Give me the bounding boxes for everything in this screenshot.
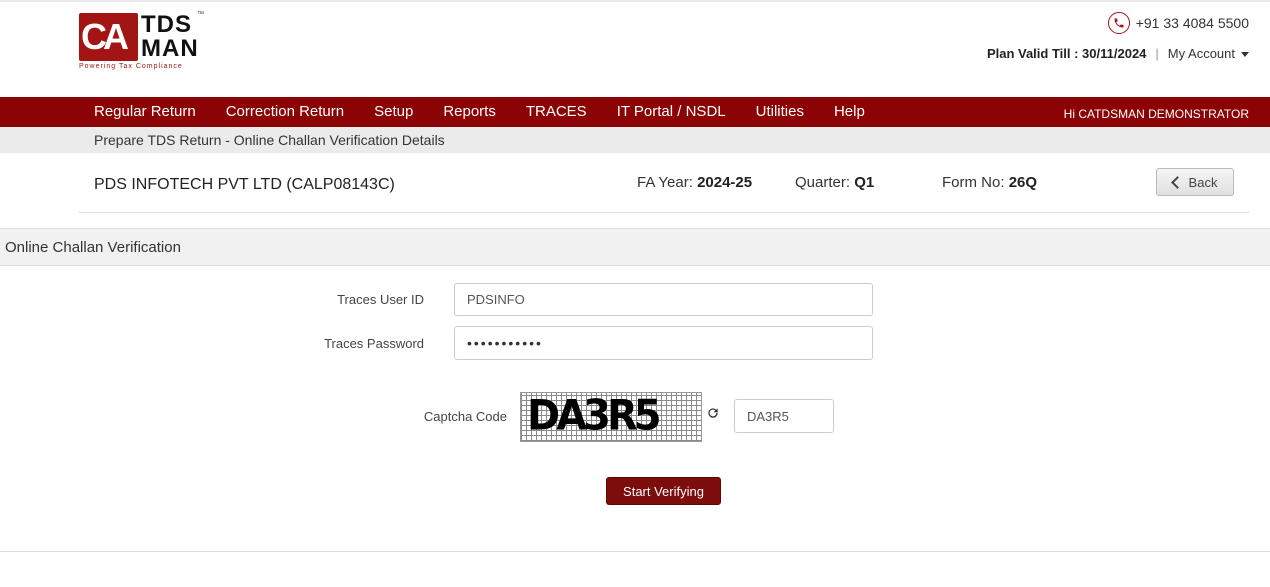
start-verifying-button[interactable]: Start Verifying [606, 477, 721, 505]
back-label: Back [1188, 174, 1218, 190]
logo-man: MAN [141, 35, 199, 62]
fa-year-label: FA Year: [637, 174, 693, 191]
user-greeting[interactable]: Hi CATDSMAN DEMONSTRATOR [1064, 97, 1249, 131]
back-button[interactable]: Back [1156, 168, 1234, 196]
user-id-label: Traces User ID [337, 292, 424, 307]
phone-number: +91 33 4084 5500 [1135, 15, 1249, 31]
user-id-input[interactable]: PDSINFO [454, 283, 873, 316]
captcha-image-text: DA3R5 [527, 392, 662, 441]
breadcrumb: Prepare TDS Return - Online Challan Veri… [94, 132, 445, 148]
quarter-label: Quarter: [795, 174, 851, 191]
nav-utilities[interactable]: Utilities [741, 97, 819, 127]
quarter: Quarter: Q1 [795, 174, 874, 191]
captcha-input[interactable]: DA3R5 [734, 399, 834, 433]
bottom-border [0, 551, 1270, 552]
catdsman-logo[interactable]: CA TDS MAN ™ Powering Tax Compliance [79, 11, 204, 73]
captcha-image: DA3R5 [520, 392, 702, 442]
logo-tds: TDS [141, 11, 192, 38]
nav-regular-return[interactable]: Regular Return [79, 97, 211, 127]
logo-trademark: ™ [197, 11, 204, 18]
password-label: Traces Password [324, 336, 424, 351]
form-no-value: 26Q [1008, 174, 1038, 191]
chevron-left-icon [1170, 176, 1184, 189]
logo-mark: CA [79, 13, 138, 61]
divider [79, 212, 1249, 213]
fa-year: FA Year: 2024-25 [637, 174, 752, 191]
caret-down-icon [1241, 52, 1249, 58]
captcha-label: Captcha Code [423, 409, 507, 424]
my-account-menu[interactable]: My Account [1168, 46, 1249, 61]
phone-contact: +91 33 4084 5500 [1107, 12, 1249, 34]
logo-tagline: Powering Tax Compliance [79, 63, 183, 70]
refresh-icon[interactable] [705, 406, 721, 422]
plan-valid-label: Plan Valid Till : 30/11/2024 [986, 46, 1147, 61]
my-account-label: My Account [1167, 46, 1235, 61]
breadcrumb-bar: Prepare TDS Return - Online Challan Veri… [0, 127, 1270, 153]
form-no: Form No: 26Q [942, 174, 1037, 191]
nav-help[interactable]: Help [819, 97, 880, 127]
quarter-value: Q1 [854, 174, 875, 191]
fa-year-value: 2024-25 [697, 174, 753, 191]
nav-it-portal-nsdl[interactable]: IT Portal / NSDL [602, 97, 741, 127]
company-name: PDS INFOTECH PVT LTD (CALP08143C) [94, 176, 395, 193]
form-no-label: Form No: [942, 174, 1005, 191]
separator: | [1155, 46, 1159, 61]
nav-menu: Regular Return Correction Return Setup R… [79, 97, 880, 127]
nav-correction-return[interactable]: Correction Return [211, 97, 359, 127]
password-input[interactable]: ••••••••••• [454, 326, 873, 360]
nav-traces[interactable]: TRACES [511, 97, 602, 127]
section-title: Online Challan Verification [5, 239, 181, 256]
logo-letters: CA [81, 16, 129, 57]
plan-info: Plan Valid Till : 30/11/2024 | My Accoun… [987, 46, 1249, 61]
section-header: Online Challan Verification [0, 228, 1270, 266]
main-navbar: Regular Return Correction Return Setup R… [0, 97, 1270, 127]
phone-icon [1107, 12, 1130, 34]
top-border [0, 0, 1270, 2]
nav-reports[interactable]: Reports [428, 97, 511, 127]
nav-setup[interactable]: Setup [359, 97, 428, 127]
